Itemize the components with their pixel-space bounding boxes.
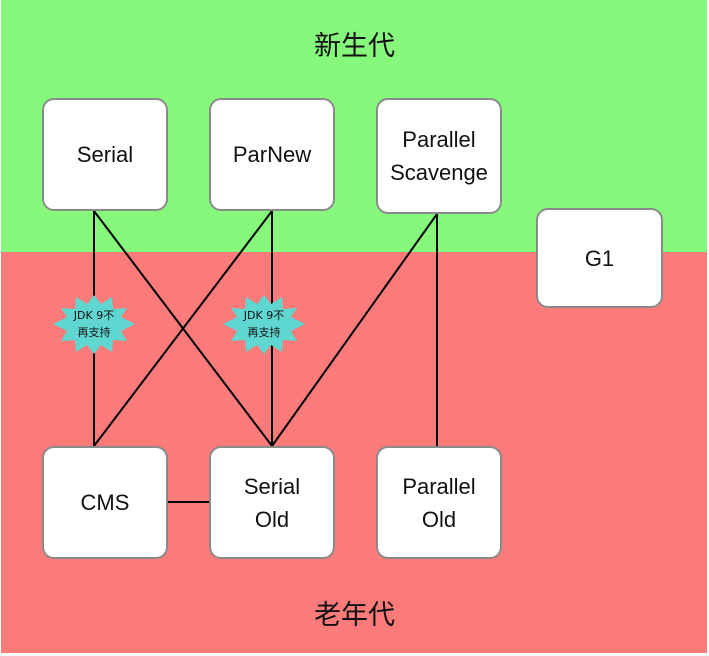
serial-old-collector-node[interactable]: Serial Old [209,446,335,559]
gc-collectors-diagram: 新生代 老年代 JDK 9不 再支持 JDK 9不 再支持 Serial Par… [0,0,709,656]
g1-collector-node[interactable]: G1 [536,208,663,308]
serial-collector-node[interactable]: Serial [42,98,168,211]
cms-collector-node[interactable]: CMS [42,446,168,559]
parallel-scavenge-collector-node[interactable]: Parallel Scavenge [376,98,502,214]
deprecation-note-parnew-serial-old: JDK 9不 再支持 [243,309,285,339]
parnew-collector-node[interactable]: ParNew [209,98,335,211]
deprecation-note-serial-cms: JDK 9不 再支持 [73,309,115,339]
parallel-old-collector-node[interactable]: Parallel Old [376,446,502,559]
